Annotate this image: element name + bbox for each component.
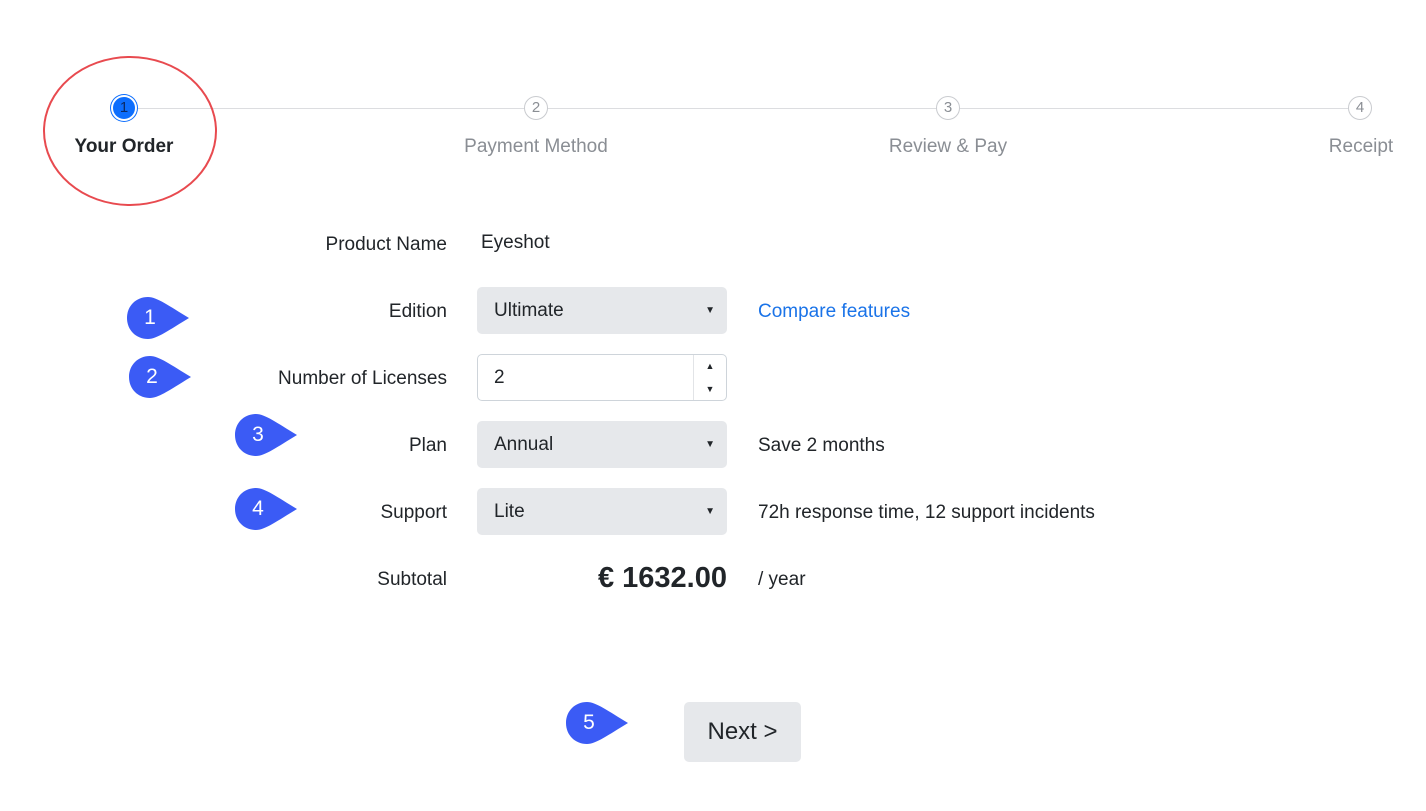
callout-marker-2: 2 — [129, 356, 195, 398]
step-2-label[interactable]: Payment Method — [464, 136, 608, 158]
licenses-label: Number of Licenses — [278, 368, 447, 389]
stepper-track — [124, 108, 1360, 109]
step-3-label[interactable]: Review & Pay — [889, 136, 1007, 158]
step-2-indicator[interactable]: 2 — [524, 96, 548, 120]
active-step-highlight-ring — [43, 56, 217, 206]
callout-marker-4: 4 — [235, 488, 301, 530]
callout-number: 4 — [252, 497, 264, 520]
plan-label: Plan — [408, 435, 447, 456]
checkout-page: 1 2 3 4 Your Order Payment Method Review… — [0, 0, 1426, 811]
increment-arrow-icon[interactable]: ▲ — [694, 355, 726, 377]
subtotal-amount: € 1632.00 — [597, 562, 727, 594]
plan-selected-value: Annual — [494, 434, 554, 455]
edition-label: Edition — [388, 301, 447, 322]
support-select[interactable]: Lite ▼ — [477, 488, 727, 535]
plan-select[interactable]: Annual ▼ — [477, 421, 727, 468]
plan-note: Save 2 months — [758, 435, 885, 456]
chevron-down-icon: ▼ — [705, 305, 715, 316]
licenses-value: 2 — [494, 367, 505, 388]
step-3-indicator[interactable]: 3 — [936, 96, 960, 120]
callout-number: 1 — [144, 306, 156, 329]
subtotal-period: / year — [758, 569, 806, 590]
support-selected-value: Lite — [494, 501, 525, 522]
subtotal-label: Subtotal — [377, 569, 447, 590]
support-label: Support — [380, 502, 447, 523]
decrement-arrow-icon[interactable]: ▼ — [694, 378, 726, 400]
next-button[interactable]: Next > — [684, 702, 801, 762]
chevron-down-icon: ▼ — [705, 506, 715, 517]
licenses-stepper: ▲ ▼ — [693, 355, 726, 400]
step-4-label[interactable]: Receipt — [1329, 136, 1393, 158]
support-note: 72h response time, 12 support incidents — [758, 502, 1095, 523]
compare-features-link[interactable]: Compare features — [758, 301, 910, 323]
licenses-number-input[interactable]: 2 ▲ ▼ — [477, 354, 727, 401]
product-name-value: Eyeshot — [481, 232, 550, 253]
callout-marker-1: 1 — [127, 297, 193, 339]
callout-marker-3: 3 — [235, 414, 301, 456]
edition-select[interactable]: Ultimate ▼ — [477, 287, 727, 334]
edition-selected-value: Ultimate — [494, 300, 564, 321]
step-4-indicator[interactable]: 4 — [1348, 96, 1372, 120]
callout-number: 5 — [583, 711, 595, 734]
product-name-label: Product Name — [325, 234, 447, 255]
callout-marker-5: 5 — [566, 702, 632, 744]
chevron-down-icon: ▼ — [705, 439, 715, 450]
callout-number: 2 — [146, 365, 158, 388]
callout-number: 3 — [252, 423, 264, 446]
